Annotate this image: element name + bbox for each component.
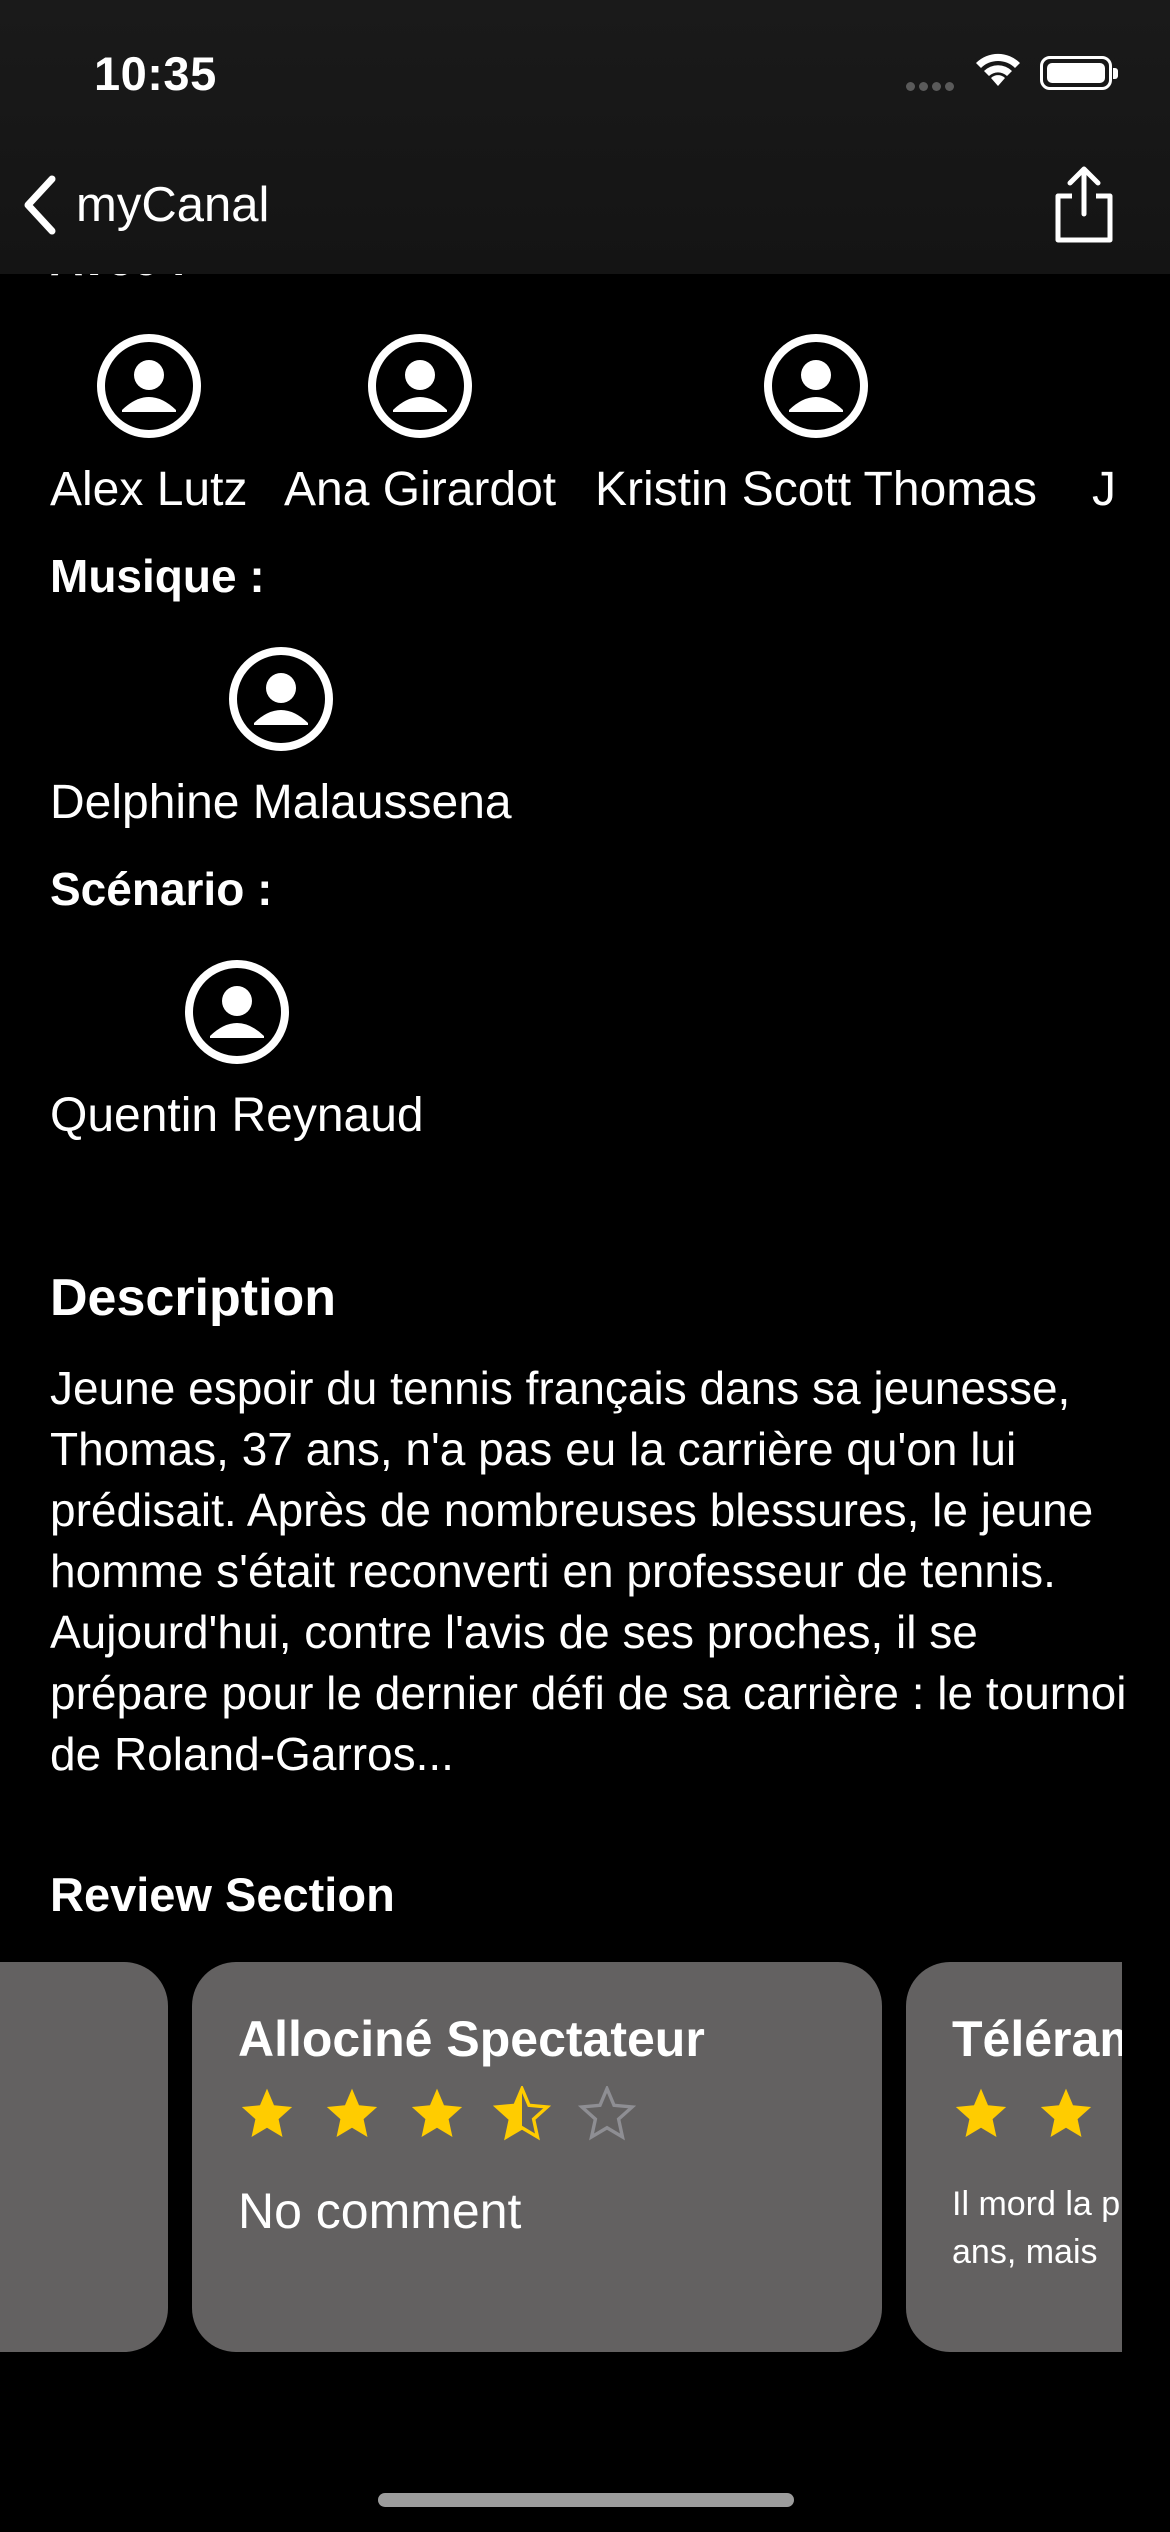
review-card[interactable]: Téléram Il mord la p ans, mais [906,1962,1122,2352]
navigation-bar: 10:35 myCanal [0,0,1170,274]
music-person[interactable]: Delphine Malaussena [50,645,512,830]
review-card[interactable] [0,1962,168,2352]
star-icon [955,2088,1007,2137]
cast-person[interactable]: Ana Girardot [284,332,556,517]
person-circle-icon [96,334,201,438]
star-icon [241,2088,293,2137]
star-rating [238,2086,836,2146]
screenplay-person-name: Quentin Reynaud [50,1089,424,1142]
review-comment: No comment [238,2183,522,2239]
screenplay-heading: Scénario : [50,863,273,915]
review-source: Allociné Spectateur [238,2011,705,2067]
review-section-title: Review Section [50,1868,395,1921]
battery-icon [1040,56,1118,90]
description-title: Description [50,1269,337,1327]
cellular-signal-icon [906,78,960,91]
cast-person-name: Alex Lutz [50,463,248,516]
person-circle-icon [763,334,868,438]
review-source: Téléram [952,2011,1122,2067]
back-button[interactable]: myCanal [20,170,269,240]
back-chevron-icon [24,175,56,235]
screenplay-person[interactable]: Quentin Reynaud [50,958,424,1143]
share-icon[interactable] [1048,164,1120,244]
music-heading: Musique : [50,550,265,602]
cast-person[interactable]: Kristin Scott Thomas [595,332,1037,517]
home-indicator[interactable] [378,2493,794,2507]
star-icon [326,2088,378,2137]
review-comment-line: Il mord la p [952,2185,1121,2223]
back-button-label: myCanal [76,178,270,232]
empty-star-icon [578,2086,636,2141]
status-time: 10:35 [94,47,217,100]
person-circle-icon [368,334,473,438]
cast-person-name: Ana Girardot [284,463,557,516]
wifi-icon [976,53,1020,86]
review-card[interactable]: Allociné Spectateur No comment [192,1962,882,2352]
cast-person[interactable]: Alex Lutz [50,332,247,517]
review-comment: Il mord la p ans, mais [952,2180,1122,2276]
music-person-name: Delphine Malaussena [50,776,512,829]
half-star-icon [493,2086,551,2141]
review-comment-line: ans, mais [952,2233,1098,2271]
star-icon [1040,2088,1092,2137]
person-circle-icon [184,960,289,1064]
review-carousel[interactable]: Allociné Spectateur No comment Téléram I… [0,1962,1122,2354]
star-icon [411,2088,463,2137]
star-rating [952,2086,1122,2146]
cast-person-name-partial[interactable]: J [1092,462,1116,517]
cast-person-name: Kristin Scott Thomas [595,463,1037,516]
description-text: Jeune espoir du tennis français dans sa … [50,1362,1127,1780]
person-circle-icon [228,647,333,751]
